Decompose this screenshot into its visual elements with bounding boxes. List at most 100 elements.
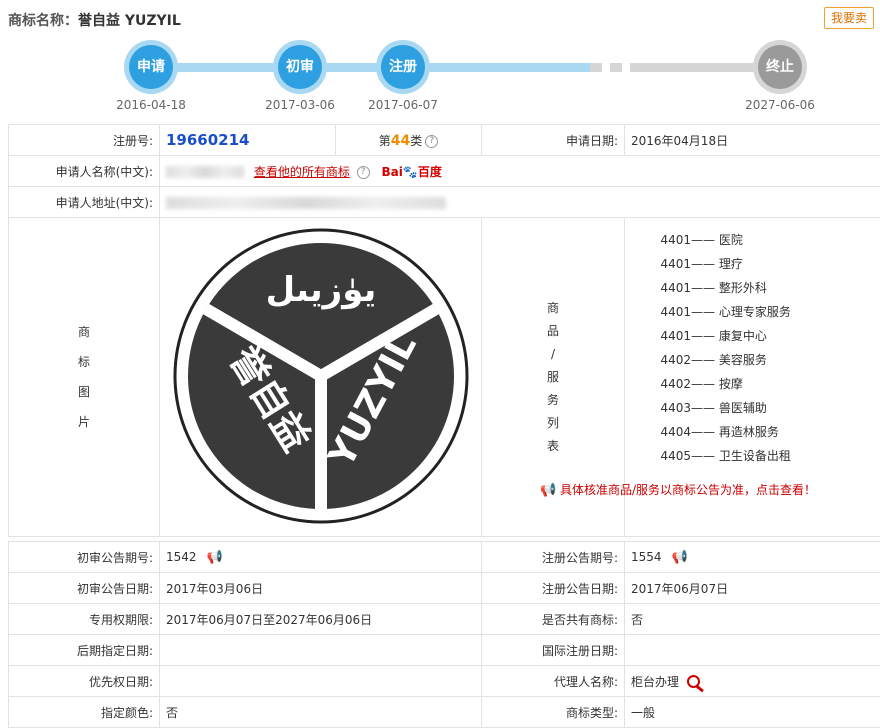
timeline-date-prelim: 2017-03-06 [265,98,335,112]
later-designation-label: 后期指定日期: [8,634,160,666]
image-label-char: 标 [77,355,90,369]
baidu-paw-icon: 🐾 [402,164,418,179]
class-prefix: 第 [378,133,391,148]
announcement-table: 初审公告期号: 1542 📢 注册公告期号: 1554 📢 初审公告日期: 2017… [8,541,880,728]
timeline-node-apply: 申请 [124,40,178,94]
goods-item: 4404—— 再造林服务 [660,425,779,439]
agent-name-label: 代理人名称: [481,665,625,697]
redacted-applicant-address [166,196,446,209]
trademark-image-cell: يۈزيىل 誉自益 YUZYIL [159,217,482,537]
baidu-text-cn: 百度 [417,164,442,179]
timeline-date-apply: 2016-04-18 [116,98,186,112]
shared-trademark-value: 否 [624,603,880,635]
timeline-node-expire: 终止 [753,40,807,94]
apply-date-value: 2016年04月18日 [624,124,880,156]
trademark-name-label: 商标名称： [8,13,78,29]
help-icon[interactable]: ? [356,165,370,179]
goods-notice-text: 具体核准商品/服务以商标公告为准，点击查看！ [560,483,817,497]
intl-reg-date-label: 国际注册日期: [481,634,625,666]
table-row: 初审公告期号: 1542 📢 注册公告期号: 1554 📢 [8,541,880,573]
reg-issue-value: 1554 [631,549,662,564]
agent-name-value: 柜台办理 [631,674,680,689]
class-suffix: 类 [410,133,423,148]
class-cell: 第44类? [335,124,482,156]
applicant-name-cell: 查看他的所有商标 ? Bai🐾百度 [159,155,880,187]
apply-date-label: 申请日期: [481,124,625,156]
priority-date-label: 优先权日期: [8,665,160,697]
trademark-type-label: 商标类型: [481,696,625,728]
table-row: 专用权期限: 2017年06月07日至2027年06月06日 是否共有商标: 否 [8,603,880,635]
table-row: 初审公告日期: 2017年03月06日 注册公告日期: 2017年06月07日 [8,572,880,604]
reg-no-cell: 19660214 [159,124,336,156]
image-label-char: 商 [77,325,90,339]
exclusive-period-value: 2017年06月07日至2027年06月06日 [159,603,482,635]
megaphone-icon[interactable]: 📢 [207,550,223,565]
reg-date-label: 注册公告日期: [481,572,625,604]
timeline-node-register: 注册 [376,40,430,94]
later-designation-value [159,634,482,666]
class-number: 44 [390,132,411,149]
table-row: 申请人名称(中文): 查看他的所有商标 ? Bai🐾百度 [8,155,880,187]
reg-no-label: 注册号: [8,124,160,156]
goods-label-char: 务 [546,392,559,407]
image-label-char: 片 [77,415,90,429]
reg-issue-label: 注册公告期号: [481,541,625,573]
page-title: 商标名称：誉自益 YUZYIL [8,10,181,30]
timeline-date-expire: 2027-06-06 [745,98,815,112]
trademark-logo: يۈزيىل 誉自益 YUZYIL [173,228,468,523]
priority-date-value [159,665,482,697]
prelim-issue-label: 初审公告期号: [8,541,160,573]
goods-label-char: 商 [546,300,559,315]
designated-color-value: 否 [159,696,482,728]
goods-item: 4403—— 兽医辅助 [660,401,767,415]
goods-label-char: 服 [546,369,559,384]
goods-item: 4401—— 医院 [660,233,743,247]
table-row: 申请人地址(中文): [8,186,880,218]
trademark-info-table: 注册号: 19660214 第44类? 申请日期: 2016年04月18日 申请… [8,124,880,537]
goods-item: 4401—— 理疗 [660,257,743,271]
help-icon[interactable]: ? [425,134,439,148]
goods-list: 4401—— 医院 4401—— 理疗 4401—— 整形外科 4401—— 心… [631,228,874,468]
timeline-date-register: 2017-06-07 [368,98,438,112]
trademark-type-value: 一般 [624,696,880,728]
timeline-dashed-line [590,63,640,72]
shared-trademark-label: 是否共有商标: [481,603,625,635]
table-row: 指定颜色: 否 商标类型: 一般 [8,696,880,728]
goods-item: 4401—— 整形外科 [660,281,767,295]
reg-no-value: 19660214 [166,131,250,149]
goods-item: 4405—— 卫生设备出租 [660,449,791,463]
goods-item: 4401—— 康复中心 [660,329,767,343]
baidu-search-link[interactable]: Bai🐾百度 [382,165,442,179]
goods-item: 4402—— 美容服务 [660,353,767,367]
reg-issue-cell: 1554 📢 [624,541,880,573]
timeline-node-prelim: 初审 [273,40,327,94]
table-row: 后期指定日期: 国际注册日期: [8,634,880,666]
image-label-cell: 商 标 图 片 [8,217,160,537]
applicant-name-label: 申请人名称(中文): [8,155,160,187]
redacted-applicant-name [166,166,244,178]
exclusive-period-label: 专用权期限: [8,603,160,635]
goods-item: 4401—— 心理专家服务 [660,305,791,319]
goods-label-char: 列 [546,415,559,430]
view-all-trademarks-link[interactable]: 查看他的所有商标 [254,165,350,179]
prelim-issue-value: 1542 [166,549,197,564]
intl-reg-date-value [624,634,880,666]
goods-notice-link[interactable]: 📢 具体核准商品/服务以商标公告为准，点击查看！ [540,481,816,498]
goods-label-char: / [550,346,556,361]
timeline-progress-line [150,63,590,72]
agent-name-cell: 柜台办理 [624,665,880,697]
status-timeline: 申请 初审 注册 终止 2016-04-18 2017-03-06 2017-0… [0,38,880,118]
image-label-char: 图 [77,385,90,399]
prelim-issue-cell: 1542 📢 [159,541,482,573]
trademark-name: 誉自益 YUZYIL [78,13,181,29]
baidu-text: Bai [381,164,403,179]
prelim-date-label: 初审公告日期: [8,572,160,604]
sell-button[interactable]: 我要卖 [824,7,874,29]
reg-date-value: 2017年06月07日 [624,572,880,604]
table-row: 注册号: 19660214 第44类? 申请日期: 2016年04月18日 [8,124,880,156]
prelim-date-value: 2017年03月06日 [159,572,482,604]
table-row: 优先权日期: 代理人名称: 柜台办理 [8,665,880,697]
megaphone-icon[interactable]: 📢 [672,550,688,565]
search-icon[interactable] [685,675,707,693]
megaphone-icon: 📢 [540,483,557,498]
